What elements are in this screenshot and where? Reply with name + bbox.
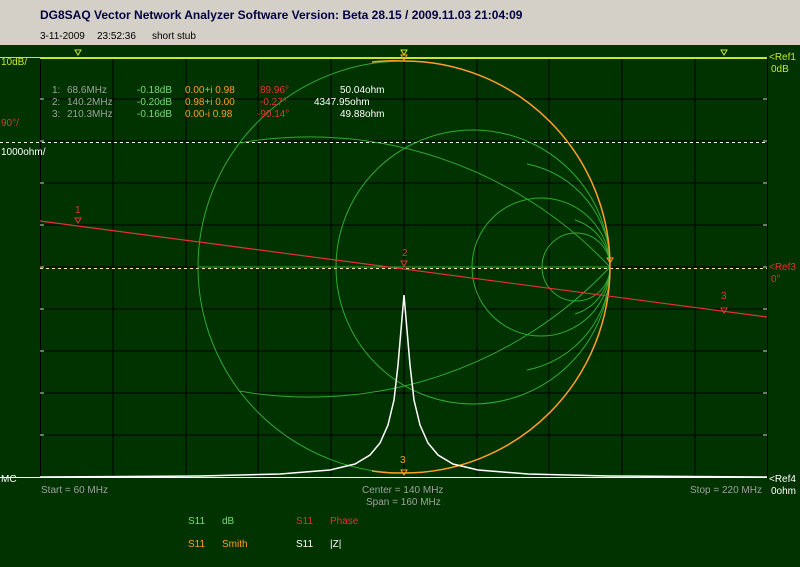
- axis-stop: Stop = 220 MHz: [690, 485, 762, 496]
- marker-3-phase: -90.14°: [257, 109, 290, 120]
- ref4-value: 0ohm: [771, 486, 797, 497]
- ref3-label[interactable]: <Ref3: [769, 262, 796, 273]
- marker-2-phase: -0.27°: [260, 97, 287, 108]
- ref1-value: 0dB: [771, 64, 789, 75]
- marker-2-smith: 0.98+i 0.00: [185, 97, 235, 108]
- marker-2-label: 2: [402, 248, 408, 259]
- measurement-time: 23:52:36: [97, 31, 136, 42]
- vna-window: DG8SAQ Vector Network Analyzer Software …: [0, 0, 800, 567]
- marker-1-db: -0.18dB: [137, 85, 173, 96]
- marker-3-smith: 0.00-i 0.98: [185, 109, 233, 120]
- legend-db-type[interactable]: dB: [222, 516, 234, 527]
- marker-2-db: -0.20dB: [137, 97, 173, 108]
- scale-phase-label: 90°/: [1, 118, 19, 129]
- scale-db-label: 10dB/: [1, 57, 28, 68]
- marker-1-phase: 89.96°: [260, 85, 290, 96]
- window-title: DG8SAQ Vector Network Analyzer Software …: [40, 8, 523, 22]
- marker-3-db: -0.16dB: [137, 109, 173, 120]
- marker-3-db-triangle: [720, 49, 728, 56]
- marker-1-phase-triangle: [74, 217, 82, 224]
- marker-3-freq: 210.3MHz: [67, 109, 113, 120]
- axis-start: Start = 60 MHz: [41, 485, 108, 496]
- marker-3-z: 49.88ohm: [340, 109, 385, 120]
- marker-3-label: 3: [721, 291, 727, 302]
- scale-ohm-label: 1000ohm/: [1, 147, 46, 158]
- legend-z-param[interactable]: S11: [296, 539, 313, 550]
- axis-center: Center = 140 MHz: [362, 485, 444, 496]
- marker-3-index: 3:: [52, 109, 61, 120]
- ref4-label[interactable]: <Ref4: [769, 474, 796, 485]
- measurement-label: short stub: [152, 31, 196, 42]
- marker-1-db-triangle: [74, 49, 82, 56]
- scope-display[interactable]: 10dB/ 90°/ 1000ohm/ MC <Ref1 0dB <Ref3 0…: [0, 45, 800, 567]
- marker-2-z: 4347.95ohm: [314, 97, 370, 108]
- marker-2-db-triangle: [400, 49, 408, 56]
- marker-3-smith-label: 3: [400, 455, 406, 466]
- marker-1-index: 1:: [52, 85, 61, 96]
- ref1-label[interactable]: <Ref1: [769, 52, 796, 63]
- marker-1-z: 50.04ohm: [340, 85, 385, 96]
- marker-2-freq: 140.2MHz: [67, 97, 113, 108]
- scale-bottom-label: MC: [1, 474, 17, 485]
- legend-phase-param[interactable]: S11: [296, 516, 313, 527]
- measurement-date: 3-11-2009: [40, 31, 85, 42]
- marker-2-index: 2:: [52, 97, 61, 108]
- info-bar: 3-11-2009 23:52:36 short stub: [0, 30, 800, 45]
- ref3-value: 0°: [771, 274, 781, 285]
- legend-z-type[interactable]: |Z|: [330, 539, 341, 550]
- marker-1-smith: 0.00+i 0.98: [185, 85, 235, 96]
- marker-1-freq: 68.6MHz: [67, 85, 108, 96]
- marker-1-label: 1: [75, 205, 81, 216]
- title-bar: DG8SAQ Vector Network Analyzer Software …: [0, 0, 800, 31]
- legend-db-param[interactable]: S11: [188, 516, 205, 527]
- legend-smith-type[interactable]: Smith: [222, 539, 248, 550]
- legend-phase-type[interactable]: Phase: [330, 516, 358, 527]
- axis-span: Span = 160 MHz: [366, 497, 441, 508]
- legend-smith-param[interactable]: S11: [188, 539, 205, 550]
- smith-trace-end: [371, 470, 405, 474]
